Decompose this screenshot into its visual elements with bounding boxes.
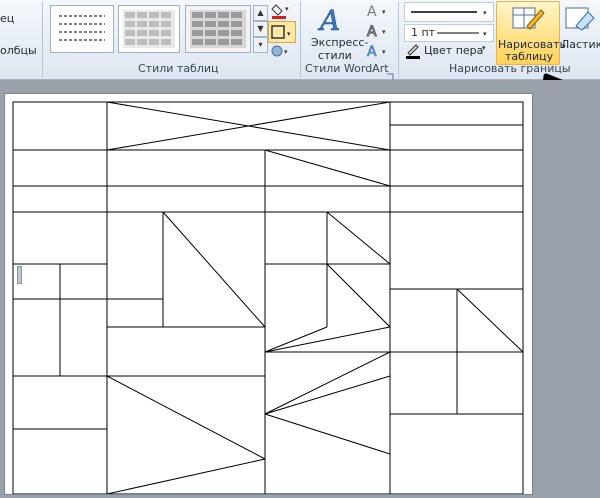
dialog-launcher-icon[interactable] [386,66,394,80]
table-style-grid-preview [123,10,175,48]
table-style-grid[interactable] [118,5,180,53]
shading-button[interactable]: ▾ [270,2,292,20]
group-separator [398,2,399,78]
table-effects-button[interactable]: ▾ [270,43,292,59]
text-fill-button[interactable]: A ▾ [364,2,394,20]
partial-label-top: ец [0,12,15,25]
partial-label-bottom: олбцы [0,44,37,57]
eraser-button[interactable]: Ластик [560,2,600,62]
svg-text:▾: ▾ [382,8,386,16]
svg-text:▾: ▾ [284,48,288,56]
pen-weight-line-icon: ▾ [437,30,487,38]
pencil-table-icon [512,7,545,30]
group-separator [42,2,43,78]
draw-table-button[interactable]: Нарисовать таблицу [496,1,566,65]
border-box-icon: ▾ [271,25,291,39]
pen-color-label: Цвет пера [424,44,484,57]
text-fill-icon: A ▾ [367,4,386,20]
ribbon: ец олбцы ▲ ▼ ▾ ▾ ▾ ▾ Стили таблиц A Эксп… [0,0,600,80]
text-effects-icon: A ▾ [367,44,386,61]
wordart-a-icon: A [317,4,341,38]
borders-button[interactable]: ▾ [268,21,296,43]
group-separator [300,2,301,78]
table-style-shaded-preview [190,10,246,48]
svg-text:▾: ▾ [483,9,487,17]
eraser-label: Ластик [561,38,600,51]
svg-text:▾: ▾ [287,30,291,38]
express-styles-label-line2: стили [318,49,352,62]
cursor-marker [17,266,22,284]
table-style-shaded[interactable] [185,5,251,53]
gallery-more-button[interactable]: ▾ [253,37,268,53]
table-style-plain-preview [59,15,105,41]
document-page[interactable] [4,93,533,495]
svg-text:▾: ▾ [382,48,386,56]
effects-icon: ▾ [271,45,288,57]
express-styles-label-line1: Экспресс- [311,36,369,49]
express-styles-button[interactable]: A Экспресс- стили [306,2,368,62]
table-style-plain[interactable] [50,5,114,53]
svg-text:A: A [367,4,377,20]
svg-text:A: A [367,44,377,60]
pen-color-button[interactable]: Цвет пера ▾ [404,43,494,59]
drawn-table[interactable] [5,94,532,495]
gallery-scroll-up-button[interactable]: ▲ [253,5,268,21]
text-outline-icon: A ▾ [367,24,387,41]
pen-style-dropdown[interactable]: ▾ [404,2,494,22]
group-label-table-styles: Стили таблиц [138,62,219,75]
pen-icon [406,44,420,59]
eraser-icon [565,7,595,31]
svg-text:A: A [367,24,377,40]
svg-text:▾: ▾ [483,30,487,38]
group-label-wordart-styles: Стили WordArt [305,62,389,75]
text-outline-button[interactable]: A ▾ [364,22,394,41]
svg-text:▾: ▾ [382,28,386,36]
pen-style-line-icon: ▾ [411,9,487,17]
pen-weight-dropdown[interactable]: 1 пт ▾ [404,24,494,42]
gallery-scroll-down-button[interactable]: ▼ [253,21,268,37]
svg-text:A: A [317,4,340,34]
chevron-down-icon: ▾ [482,44,486,52]
text-effects-button[interactable]: A ▾ [364,42,394,61]
paint-bucket-icon: ▾ [271,4,289,19]
svg-text:▾: ▾ [285,5,289,13]
